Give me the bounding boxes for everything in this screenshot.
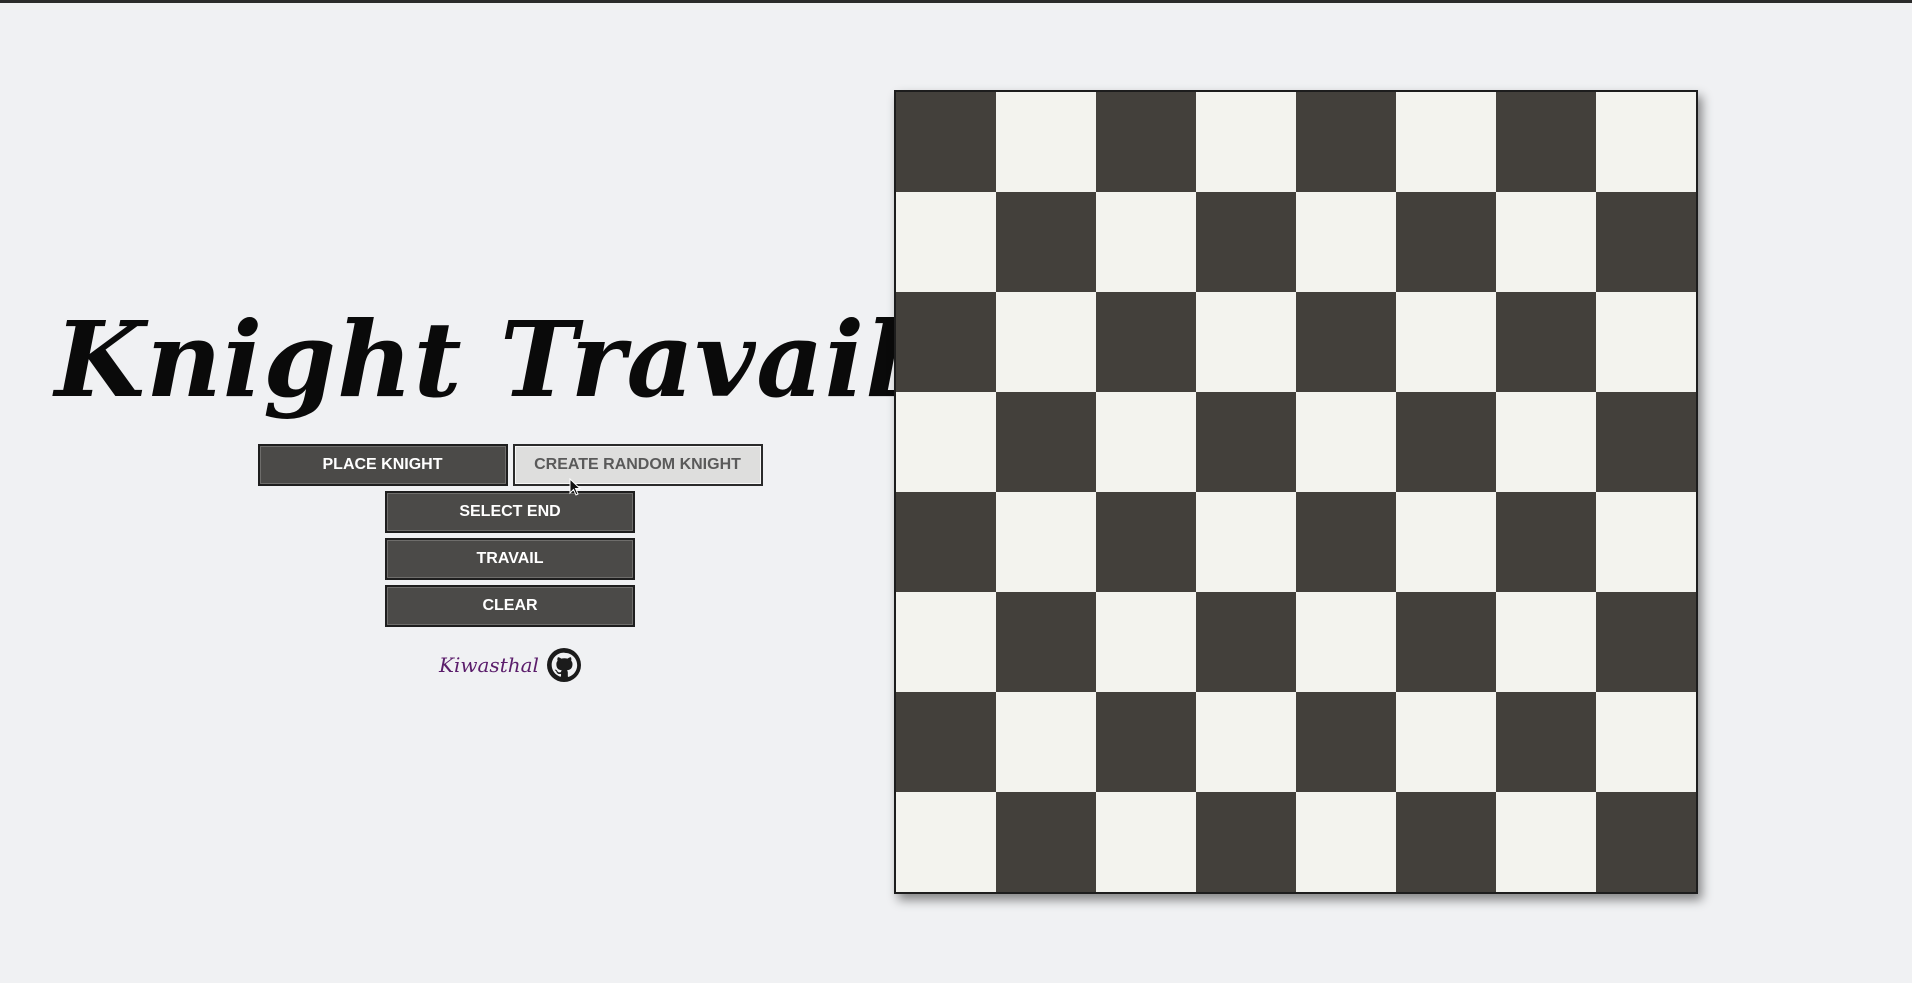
board-square-4-1[interactable] bbox=[996, 492, 1096, 592]
board-square-2-5[interactable] bbox=[1396, 292, 1496, 392]
board-square-2-2[interactable] bbox=[1096, 292, 1196, 392]
chessboard bbox=[894, 90, 1698, 894]
board-square-0-4[interactable] bbox=[1296, 92, 1396, 192]
board-square-6-0[interactable] bbox=[896, 692, 996, 792]
mouse-cursor-icon bbox=[569, 478, 582, 496]
clear-button[interactable]: CLEAR bbox=[385, 585, 635, 627]
board-square-5-6[interactable] bbox=[1496, 592, 1596, 692]
board-square-1-1[interactable] bbox=[996, 192, 1096, 292]
board-square-2-6[interactable] bbox=[1496, 292, 1596, 392]
board-square-5-3[interactable] bbox=[1196, 592, 1296, 692]
board-square-1-4[interactable] bbox=[1296, 192, 1396, 292]
board-square-7-1[interactable] bbox=[996, 792, 1096, 892]
board-square-2-3[interactable] bbox=[1196, 292, 1296, 392]
board-square-7-6[interactable] bbox=[1496, 792, 1596, 892]
board-square-3-5[interactable] bbox=[1396, 392, 1496, 492]
board-square-1-3[interactable] bbox=[1196, 192, 1296, 292]
board-square-0-0[interactable] bbox=[896, 92, 996, 192]
board-square-5-0[interactable] bbox=[896, 592, 996, 692]
board-square-3-6[interactable] bbox=[1496, 392, 1596, 492]
board-square-3-2[interactable] bbox=[1096, 392, 1196, 492]
place-knight-button[interactable]: PLACE KNIGHT bbox=[257, 444, 508, 486]
board-square-0-7[interactable] bbox=[1596, 92, 1696, 192]
button-row-travail: TRAVAIL bbox=[385, 538, 635, 580]
board-square-0-1[interactable] bbox=[996, 92, 1096, 192]
board-square-5-2[interactable] bbox=[1096, 592, 1196, 692]
board-square-0-3[interactable] bbox=[1196, 92, 1296, 192]
board-square-2-0[interactable] bbox=[896, 292, 996, 392]
board-square-1-7[interactable] bbox=[1596, 192, 1696, 292]
board-square-6-3[interactable] bbox=[1196, 692, 1296, 792]
board-square-5-4[interactable] bbox=[1296, 592, 1396, 692]
board-square-6-7[interactable] bbox=[1596, 692, 1696, 792]
page-title: Knight Travails bbox=[54, 298, 966, 421]
author-name: Kiwasthal bbox=[439, 653, 539, 677]
board-square-5-5[interactable] bbox=[1396, 592, 1496, 692]
board-square-3-3[interactable] bbox=[1196, 392, 1296, 492]
board-square-1-2[interactable] bbox=[1096, 192, 1196, 292]
github-icon bbox=[546, 648, 581, 682]
credits: Kiwasthal bbox=[439, 648, 581, 682]
button-row-select-end: SELECT END bbox=[385, 491, 635, 533]
travail-button[interactable]: TRAVAIL bbox=[385, 538, 635, 580]
control-panel: Knight Travails PLACE KNIGHT CREATE RAND… bbox=[55, 300, 964, 682]
github-link[interactable] bbox=[546, 648, 581, 682]
select-end-button[interactable]: SELECT END bbox=[385, 491, 635, 533]
create-random-knight-button[interactable]: CREATE RANDOM KNIGHT bbox=[512, 444, 763, 486]
board-square-7-5[interactable] bbox=[1396, 792, 1496, 892]
board-square-0-6[interactable] bbox=[1496, 92, 1596, 192]
board-square-6-6[interactable] bbox=[1496, 692, 1596, 792]
board-square-6-1[interactable] bbox=[996, 692, 1096, 792]
board-square-1-0[interactable] bbox=[896, 192, 996, 292]
board-square-7-4[interactable] bbox=[1296, 792, 1396, 892]
board-square-4-3[interactable] bbox=[1196, 492, 1296, 592]
board-square-5-1[interactable] bbox=[996, 592, 1096, 692]
board-square-4-0[interactable] bbox=[896, 492, 996, 592]
board-square-4-4[interactable] bbox=[1296, 492, 1396, 592]
board-square-4-2[interactable] bbox=[1096, 492, 1196, 592]
board-square-7-0[interactable] bbox=[896, 792, 996, 892]
board-square-0-5[interactable] bbox=[1396, 92, 1496, 192]
board-square-2-7[interactable] bbox=[1596, 292, 1696, 392]
board-square-0-2[interactable] bbox=[1096, 92, 1196, 192]
board-square-3-7[interactable] bbox=[1596, 392, 1696, 492]
board-square-7-7[interactable] bbox=[1596, 792, 1696, 892]
board-square-4-7[interactable] bbox=[1596, 492, 1696, 592]
board-square-5-7[interactable] bbox=[1596, 592, 1696, 692]
button-row-top: PLACE KNIGHT CREATE RANDOM KNIGHT bbox=[257, 444, 763, 486]
board-square-6-2[interactable] bbox=[1096, 692, 1196, 792]
board-square-3-4[interactable] bbox=[1296, 392, 1396, 492]
board-square-4-5[interactable] bbox=[1396, 492, 1496, 592]
board-square-3-0[interactable] bbox=[896, 392, 996, 492]
board-square-3-1[interactable] bbox=[996, 392, 1096, 492]
board-square-1-6[interactable] bbox=[1496, 192, 1596, 292]
top-border bbox=[0, 0, 1912, 3]
board-square-4-6[interactable] bbox=[1496, 492, 1596, 592]
board-square-7-2[interactable] bbox=[1096, 792, 1196, 892]
board-square-7-3[interactable] bbox=[1196, 792, 1296, 892]
button-row-clear: CLEAR bbox=[385, 585, 635, 627]
board-square-2-1[interactable] bbox=[996, 292, 1096, 392]
board-square-2-4[interactable] bbox=[1296, 292, 1396, 392]
board-square-6-5[interactable] bbox=[1396, 692, 1496, 792]
board-square-6-4[interactable] bbox=[1296, 692, 1396, 792]
board-square-1-5[interactable] bbox=[1396, 192, 1496, 292]
